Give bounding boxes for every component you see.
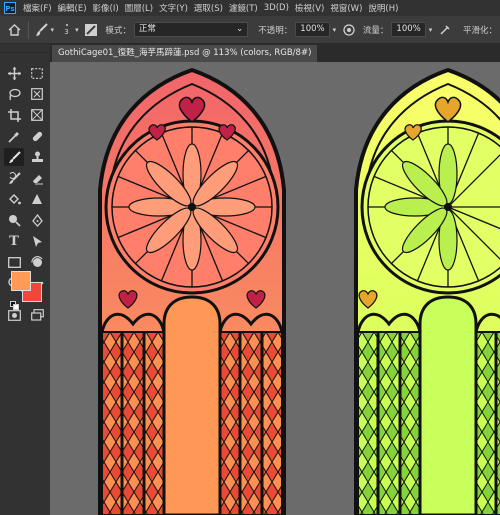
quick-mask-icon[interactable] xyxy=(4,306,24,324)
menu-type[interactable]: 文字(Y) xyxy=(156,2,191,14)
chevron-down-icon: ⌄ xyxy=(236,24,244,34)
mode-select[interactable]: 正常 ⌄ xyxy=(133,22,249,37)
divider xyxy=(27,20,29,39)
rotate-view-tool-icon[interactable] xyxy=(27,253,47,271)
flow-field[interactable]: 100% xyxy=(391,22,426,37)
brush-size-value: 3 xyxy=(64,27,69,36)
artwork xyxy=(98,67,500,515)
opacity-label: 不透明： xyxy=(258,25,293,36)
lasso-tool-icon[interactable] xyxy=(4,85,24,103)
menu-file[interactable]: 檔案(F) xyxy=(20,2,55,14)
menu-window[interactable]: 視窗(W) xyxy=(327,2,365,14)
panel-grip[interactable] xyxy=(0,44,50,53)
brush-dot-icon xyxy=(65,23,68,26)
smoothing-label: 平滑化： xyxy=(463,25,498,36)
document-tab-bar: GothiCage01_復甦_海芋馬蹄蓮.psd @ 113% (colors,… xyxy=(50,44,500,62)
type-tool-icon[interactable]: T xyxy=(4,232,24,250)
chevron-down-icon[interactable]: ▾ xyxy=(75,26,79,34)
marquee-tool-icon[interactable] xyxy=(27,64,47,82)
path-select-tool-icon[interactable] xyxy=(27,232,47,250)
sharpen-tool-icon[interactable] xyxy=(27,190,47,208)
menu-help[interactable]: 說明(H) xyxy=(365,2,401,14)
eyedropper-tool-icon[interactable] xyxy=(4,127,24,145)
pen-tool-icon[interactable] xyxy=(27,211,47,229)
opacity-field[interactable]: 100% xyxy=(295,22,330,37)
foreground-color-swatch[interactable] xyxy=(11,271,31,291)
pressure-opacity-icon[interactable] xyxy=(340,21,357,39)
brush-size-picker[interactable]: 3 xyxy=(60,23,73,36)
menu-select[interactable]: 選取(S) xyxy=(191,2,226,14)
right-stained-glass-window xyxy=(354,67,500,515)
mode-label: 模式： xyxy=(105,25,131,36)
flow-label: 流量： xyxy=(362,25,389,36)
brush-preset-icon[interactable] xyxy=(34,21,51,39)
document-tab[interactable]: GothiCage01_復甦_海芋馬蹄蓮.psd @ 113% (colors,… xyxy=(52,45,318,62)
menu-filter[interactable]: 濾鏡(T) xyxy=(226,2,261,14)
brush-settings-icon[interactable] xyxy=(83,21,100,39)
crop-tool-icon[interactable] xyxy=(4,106,24,124)
paint-bucket-tool-icon[interactable] xyxy=(4,190,24,208)
airbrush-icon[interactable] xyxy=(436,21,453,39)
chevron-down-icon[interactable]: ▾ xyxy=(333,26,337,34)
clone-stamp-tool-icon[interactable] xyxy=(27,148,47,166)
brush-tool-icon[interactable] xyxy=(4,148,24,166)
mode-value: 正常 xyxy=(138,24,156,34)
canvas-area[interactable] xyxy=(50,62,500,515)
chevron-down-icon[interactable]: ▾ xyxy=(429,26,433,34)
menu-image[interactable]: 影像(I) xyxy=(90,2,122,14)
eraser-tool-icon[interactable] xyxy=(27,169,47,187)
frame-tool-icon[interactable] xyxy=(27,106,47,124)
menu-bar: Ps 檔案(F) 編輯(E) 影像(I) 圖層(L) 文字(Y) 選取(S) 濾… xyxy=(0,0,500,16)
rectangle-tool-icon[interactable] xyxy=(4,253,24,271)
move-tool-icon[interactable] xyxy=(4,64,24,82)
history-brush-tool-icon[interactable] xyxy=(4,169,24,187)
screen-mode-icon[interactable] xyxy=(27,306,47,324)
healing-tool-icon[interactable] xyxy=(27,127,47,145)
menu-3d[interactable]: 3D(D) xyxy=(261,3,292,13)
photoshop-logo-icon[interactable]: Ps xyxy=(4,2,16,14)
left-stained-glass-window xyxy=(98,67,286,515)
dodge-tool-icon[interactable] xyxy=(4,211,24,229)
menu-edit[interactable]: 編輯(E) xyxy=(55,2,90,14)
tools-panel: T xyxy=(0,44,50,515)
options-bar: ▾ 3 ▾ 模式： 正常 ⌄ 不透明： 100% ▾ 流量： 100% ▾ 平滑… xyxy=(0,16,500,44)
chevron-down-icon[interactable]: ▾ xyxy=(51,26,55,34)
home-icon[interactable] xyxy=(6,21,23,39)
menu-view[interactable]: 檢視(V) xyxy=(292,2,327,14)
object-select-tool-icon[interactable] xyxy=(27,85,47,103)
menu-layer[interactable]: 圖層(L) xyxy=(122,2,156,14)
